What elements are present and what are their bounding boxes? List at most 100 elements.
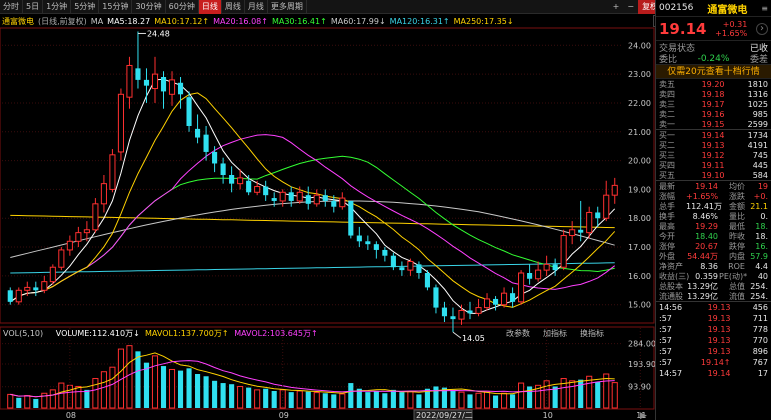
volume-bar [586,375,593,409]
candle-body [483,298,491,309]
stat-value: 18.40 [695,231,718,241]
tick-price: 19.14 [707,369,731,378]
bid-volume: 584 [752,170,768,180]
quote-stats: 最新 19.14 均价 19 涨幅 +1.65% 涨跌 +0. 总手 112.41万 金额 21.1 换… [656,181,771,302]
candle-body [339,197,346,208]
candle-body [510,293,516,302]
tick-list: 14:56 19.13 456:57 19.13 711:57 19.13 778:57 19… [656,302,771,379]
stat-row: 最高 19.29 最低 18. [656,221,771,231]
stat-row: 涨幅 +1.65% 涨跌 +0. [656,191,771,201]
volume-bar [263,388,269,408]
vol-tool-btn[interactable]: 加指标 [543,328,567,338]
stat-value: 19.14 [695,181,718,191]
candle-body [75,232,82,242]
bid-price: 19.13 [701,140,725,150]
volume-bar [16,397,22,408]
main-plot-frame [0,27,655,324]
volume-bar [186,368,192,408]
volume-bar [271,391,277,408]
volume-bar [467,394,473,408]
candle-body [15,289,22,303]
candle-body [58,249,65,268]
volume-bar [492,395,499,408]
candle-body [322,195,328,201]
stat-row: 流通股 13.29亿 流值 254. [656,291,771,301]
bid-volume: 445 [752,160,768,170]
vol-tool-btn[interactable]: 换指标 [580,328,604,338]
volume-bar [416,394,422,408]
tick-price: 19.14↑ [700,358,731,367]
y-tick-label: 16.00 [628,272,651,281]
stat-value: 21.1 [750,201,768,211]
vol-tool-btn[interactable]: 改参数 [506,328,530,338]
stat-row: 总股本 13.29亿 总值 254. [656,281,771,291]
stat-value: 19 [757,181,768,191]
tick-time: :57 [659,325,672,334]
bid-label: 买五 [659,170,675,180]
candle-body [263,186,269,196]
bid-price: 19.14 [701,130,725,140]
volume-bar [322,393,328,408]
volume-bar [518,382,525,409]
candle-body [279,191,286,202]
stat-value: +1.65% [686,191,719,201]
candle-body [66,240,73,251]
stat-value: 19.29 [695,221,718,231]
candle-body [24,286,31,291]
ask-row: 卖三 19.17 1025 [656,99,771,109]
candle-body [424,273,430,288]
bid-row: 买三 19.12 745 [656,150,771,160]
candle-body [467,310,473,314]
tick-price: 19.13 [707,303,731,312]
price-change: +0.31 [722,19,748,29]
price-block: 19.14 +0.31 +1.65% › [656,17,771,41]
candle-body [475,307,482,314]
candle-body [195,128,201,138]
kline-chart[interactable]: 24.00 23.00 22.00 21.00 20.00 19.00 18.00 17.00… [0,0,655,420]
candle-body [254,186,261,193]
volume-bar [305,391,311,408]
min-pointer [452,331,462,339]
volume-bar [296,390,303,409]
volume-bar [365,392,371,408]
volume-bar [595,381,601,408]
candle-body [399,267,405,271]
candle-body [126,64,133,98]
tick-volume: 17 [757,369,768,378]
stat-row: 净资产 8.36 ROE 4.4 [656,261,771,271]
stat-value: 254. [750,291,768,301]
candle-body [501,292,508,306]
candle-body [151,73,159,90]
stock-code: 002156 [659,3,694,13]
candle-body [168,79,176,95]
y-tick-label: 21.00 [628,128,651,137]
candle-body [135,68,141,80]
y-tick-label: 19.00 [628,185,651,194]
chevron-right-icon[interactable]: › [755,22,768,35]
candle-body [407,260,414,271]
candle-body [560,235,567,268]
volume-bar [611,382,618,409]
price-pct: +1.65% [715,28,748,38]
quote-panel: 002156 通富微电 ≡ 19.14 +0.31 +1.65% › 交易状态 … [655,0,771,420]
volume-bar [501,392,508,409]
volume-bar [160,366,167,408]
menu-icon[interactable]: ≡ [761,4,768,13]
candle-body [433,287,439,308]
scroll-right-icon[interactable]: ▶ [640,411,647,420]
bid-row: 买五 19.10 584 [656,170,771,180]
y-tick-label: 24.00 [628,41,651,50]
candle-body [348,200,354,236]
candle-body [492,298,499,305]
candle-body [160,77,167,92]
candle-body [246,180,252,193]
x-tick-label: 09 [279,411,289,420]
candle-body [611,184,618,196]
stat-label: 流值 [729,291,745,301]
stat-value: 40 [757,271,768,281]
stat-row: 最新 19.14 均价 19 [656,181,771,191]
level2-promo-button[interactable]: 仅需20元查看十档行情 [656,65,771,79]
volume-bar [237,385,244,409]
volume-bar [24,395,31,409]
min-price-label: 14.05 [462,334,485,343]
